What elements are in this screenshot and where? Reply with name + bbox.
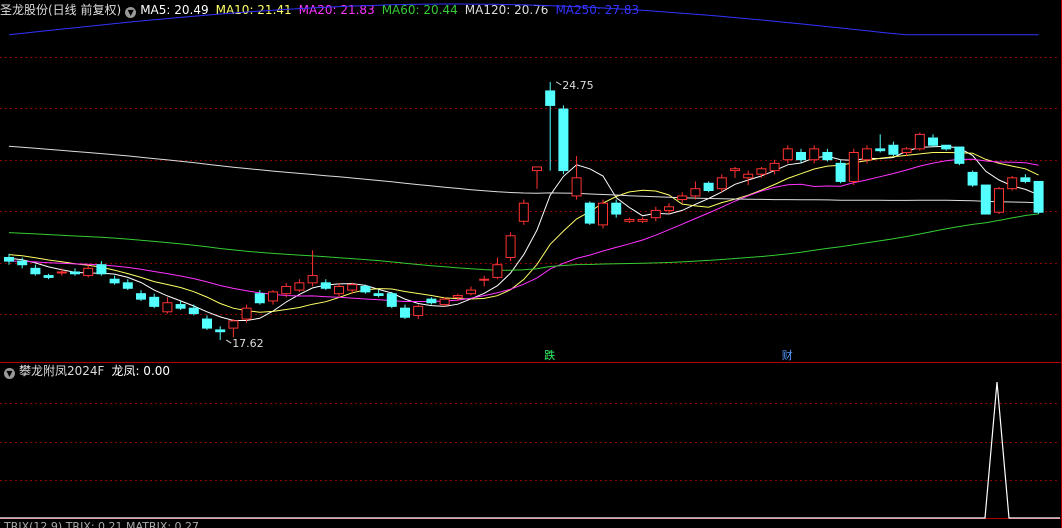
candle-body xyxy=(347,284,358,291)
candle-body xyxy=(215,329,226,333)
candle-body xyxy=(1007,177,1018,190)
indicator-panel-header: ▼ 攀龙附凤2024F 龙凤: 0.00 xyxy=(0,362,177,380)
candle-body xyxy=(360,285,371,293)
candle-body xyxy=(505,235,516,258)
candle-body xyxy=(730,168,740,172)
candle-body xyxy=(980,184,991,215)
annotation-arrow xyxy=(555,81,562,86)
candle-body xyxy=(294,282,305,291)
candle-body xyxy=(466,289,476,295)
candle-body xyxy=(716,177,727,190)
candle-body xyxy=(1033,180,1044,213)
candle-body xyxy=(188,307,199,315)
candle-body xyxy=(796,151,806,161)
candle-body xyxy=(386,293,397,307)
candle-body xyxy=(334,285,344,295)
ma20-line xyxy=(8,158,1039,302)
candle-body xyxy=(677,195,688,201)
candle-body xyxy=(83,267,94,277)
candle-body xyxy=(650,209,661,219)
indicator-value: 龙凤: 0.00 xyxy=(111,364,171,378)
stock-chart-window: 圣龙股份(日线 前复权) ▼ MA5: 20.49 MA10: 21.41 MA20: … xyxy=(0,0,1062,528)
candle-body xyxy=(954,146,965,164)
candle-body xyxy=(664,206,674,211)
indicator-line xyxy=(0,381,1060,519)
ma250-line xyxy=(8,3,1039,36)
candle-body xyxy=(149,296,160,307)
candle-body xyxy=(769,162,780,172)
event-marker: 财 xyxy=(782,348,793,362)
candle-body xyxy=(268,291,278,302)
candle-body xyxy=(914,133,925,150)
candle-body xyxy=(479,278,490,281)
candle-body xyxy=(518,202,529,222)
ma5-line xyxy=(8,145,1039,321)
candle-body xyxy=(136,293,146,300)
price-annotation: 17.62 xyxy=(232,337,264,350)
candle-body xyxy=(43,275,54,278)
candle-body xyxy=(809,148,820,161)
candle-body xyxy=(202,318,212,329)
candle-body xyxy=(452,295,463,298)
candle-body xyxy=(228,320,239,329)
ma120-line xyxy=(8,145,1039,204)
candle-body xyxy=(492,264,503,278)
candle-body xyxy=(96,264,107,275)
candle-body xyxy=(690,188,701,197)
candle-body xyxy=(307,275,318,284)
candle-body xyxy=(848,151,859,182)
candle-body xyxy=(175,304,186,309)
candle-body xyxy=(928,137,938,146)
candle-body xyxy=(901,148,912,153)
candle-body xyxy=(558,108,569,172)
candle-body xyxy=(426,298,437,304)
candle-body xyxy=(967,171,978,186)
event-marker: 跌 xyxy=(544,348,555,362)
candle-body xyxy=(571,177,582,197)
candle-body xyxy=(30,267,41,275)
candle-body xyxy=(584,202,595,224)
candle-body xyxy=(835,162,846,182)
candle-body xyxy=(281,285,292,295)
candle-body xyxy=(320,282,331,289)
candle-body xyxy=(56,271,67,274)
candle-body xyxy=(862,148,872,161)
candle-body xyxy=(782,148,793,161)
candle-body xyxy=(703,182,714,191)
candle-body xyxy=(875,148,886,152)
candle-body xyxy=(122,282,133,289)
candle-body xyxy=(756,168,767,175)
candle-body xyxy=(743,173,754,179)
price-annotation: 24.75 xyxy=(562,79,594,92)
ma10-line xyxy=(8,152,1039,313)
candle-body xyxy=(241,307,252,320)
candle-body xyxy=(1020,177,1031,182)
candle-body xyxy=(611,202,622,215)
candle-body xyxy=(373,293,384,297)
candle-body xyxy=(545,90,556,106)
candle-body xyxy=(439,298,450,306)
candle-body xyxy=(109,278,120,284)
candle-body xyxy=(637,218,648,222)
candle-body xyxy=(822,151,833,161)
candle-body xyxy=(17,260,28,266)
trix-label: TRIX(12,9) TRIX: 0.21 MATRIX: 0.27 xyxy=(4,520,200,528)
candlestick-chart: 24.75 17.62 跌 财 xyxy=(0,0,1062,528)
candle-body xyxy=(400,307,410,318)
indicator-title: 攀龙附凤2024F xyxy=(19,364,105,378)
candle-body xyxy=(70,271,80,275)
candle-body xyxy=(254,293,265,304)
indicator-menu-icon[interactable]: ▼ xyxy=(4,368,15,379)
candle-body xyxy=(598,202,608,226)
candle-body xyxy=(532,166,542,172)
candle-body xyxy=(624,218,635,222)
candle-body xyxy=(4,256,14,262)
candle-body xyxy=(994,188,1004,213)
trix-panel-header: TRIX(12,9) TRIX: 0.21 MATRIX: 0.27 xyxy=(0,518,206,528)
candle-body xyxy=(888,144,899,155)
candle-body xyxy=(941,144,952,150)
annotation-arrow xyxy=(225,339,232,344)
candle-body xyxy=(162,302,173,313)
candle-body xyxy=(413,305,424,316)
